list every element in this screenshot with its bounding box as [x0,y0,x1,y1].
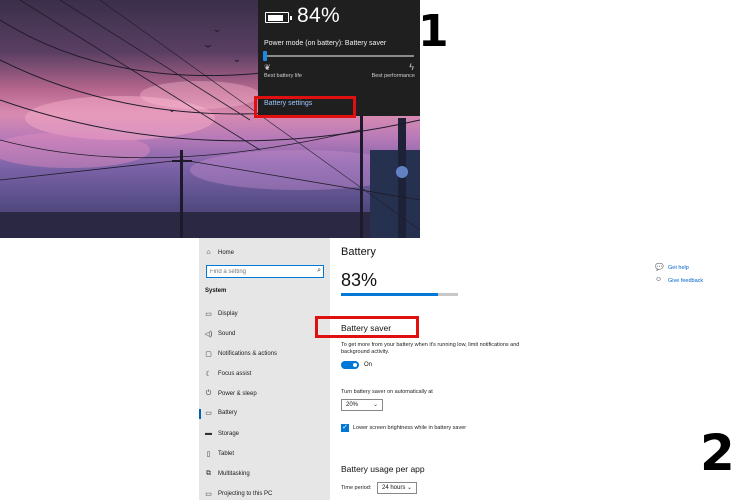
notifications-icon: ▢ [205,351,212,358]
sidebar-item-storage[interactable]: ▬ Storage [199,427,330,443]
home-icon: ⌂ [206,249,211,256]
display-icon: ▭ [205,311,212,318]
sidebar-item-power-sleep[interactable]: ⏻ Power & sleep [199,387,330,403]
highlight-box-battery-saver [315,316,419,338]
step-marker-2: 2 [700,424,735,482]
lower-brightness-checkbox[interactable]: ✓ [341,424,349,432]
time-period-label: Time period: [341,485,372,491]
battery-saver-toggle-label: On [364,362,373,368]
battery-icon: ▭ [205,410,212,417]
highlight-box-battery-settings [254,96,356,118]
battery-saver-toggle[interactable] [341,361,359,369]
battery-usage-heading: Battery usage per app [341,464,425,474]
sound-icon: ◁) [204,331,213,338]
battery-saver-description: To get more from your battery when it's … [341,342,520,355]
sidebar-item-battery[interactable]: ▭ Battery [199,406,330,422]
sidebar-item-label: Tablet [218,451,235,457]
sidebar-item-label: Battery [218,410,238,416]
sidebar-item-projecting[interactable]: ▭ Projecting to this PC [199,487,330,500]
auto-battery-saver-dropdown[interactable]: 20% ⌄ [341,399,383,411]
sidebar-item-label: Sound [218,331,236,337]
power-mode-slider[interactable] [264,55,414,57]
sidebar-item-label: Projecting to this PC [218,491,273,497]
lower-brightness-label: Lower screen brightness while in battery… [353,425,467,431]
page-title: Battery [341,246,376,258]
sidebar-item-notifications[interactable]: ▢ Notifications & actions [199,347,330,363]
step-marker-1: 1 [418,6,449,57]
dropdown-value: 24 hours [382,485,406,491]
battery-percentage: 83% [341,270,378,290]
lightning-icon: ϟ [409,62,414,72]
dropdown-value: 20% [346,402,359,408]
search-input[interactable] [210,267,310,277]
slider-left-label: Best battery life [264,73,302,79]
sidebar-item-tablet[interactable]: ▯ Tablet [199,447,330,463]
chevron-down-icon: ⌄ [406,485,412,491]
sidebar-item-sound[interactable]: ◁) Sound [199,327,330,343]
nav-home-label: Home [218,250,235,256]
get-help-link[interactable]: Get help [668,265,689,271]
power-icon: ⏻ [205,390,212,397]
storage-icon: ▬ [205,430,212,437]
slider-right-label: Best performance [371,73,415,79]
battery-percentage: 84% [297,4,340,27]
sidebar-item-label: Notifications & actions [218,351,278,357]
sidebar-item-label: Storage [218,431,240,437]
battery-level-bar-fill [341,293,439,296]
power-mode-label: Power mode (on battery): Battery saver [264,40,387,47]
sidebar-item-label: Multitasking [218,471,250,477]
moon-icon: ☾ [205,371,212,378]
sidebar-item-focus-assist[interactable]: ☾ Focus assist [199,367,330,383]
battery-level-bar [341,293,458,296]
nav-section-heading: System [205,288,227,294]
give-feedback-link[interactable]: Give feedback [668,278,703,284]
projecting-icon: ▭ [205,491,212,498]
battery-icon [265,12,292,23]
auto-battery-saver-label: Turn battery saver on automatically at [341,389,433,395]
sidebar-item-label: Focus assist [218,371,252,377]
feedback-icon: ☺ [655,276,663,283]
sidebar-item-label: Power & sleep [218,391,257,397]
tablet-icon: ▯ [206,451,211,458]
chevron-down-icon: ⌄ [372,402,378,408]
help-icon: 💬 [655,264,664,271]
sidebar-item-display[interactable]: ▭ Display [199,307,330,323]
sidebar-item-multitasking[interactable]: ⧉ Multitasking [199,467,330,483]
battery-level-fill [267,14,283,21]
settings-search-box[interactable]: ⌕ [206,265,324,278]
leaf-icon: ❦ [264,63,271,72]
search-icon[interactable]: ⌕ [317,267,321,275]
time-period-dropdown[interactable]: 24 hours ⌄ [377,482,417,494]
sidebar-item-label: Display [218,311,238,317]
power-mode-slider-thumb[interactable] [263,51,267,61]
nav-home[interactable]: ⌂ Home [199,246,330,262]
multitasking-icon: ⧉ [206,470,211,477]
